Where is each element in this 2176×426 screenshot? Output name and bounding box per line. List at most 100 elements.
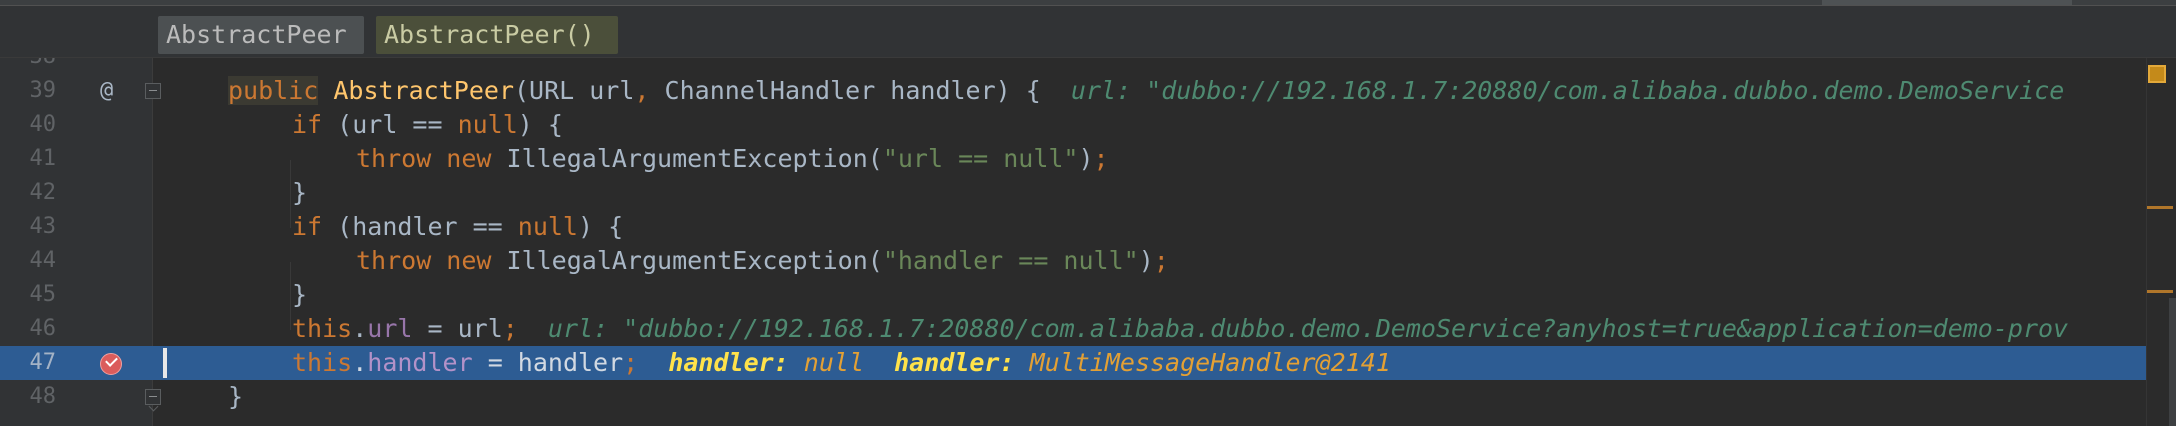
code-token: ; xyxy=(502,314,518,343)
keyword: if xyxy=(292,212,323,241)
gutter-cell: 48 xyxy=(0,380,161,414)
code-text[interactable]: if (url == null) { xyxy=(292,108,563,142)
keyword: this xyxy=(292,314,353,343)
code-token: . xyxy=(352,314,368,343)
code-token: } xyxy=(292,280,308,309)
scrollbar-marker[interactable] xyxy=(2147,206,2173,209)
gutter-cell: 47 xyxy=(0,346,167,380)
code-line-39[interactable]: 39 @ public AbstractPeer(URL url, Channe… xyxy=(0,74,2176,108)
code-token: ) xyxy=(1138,246,1154,275)
code-text[interactable]: } xyxy=(292,278,307,312)
line-number: 38 xyxy=(0,58,57,74)
line-number: 40 xyxy=(29,112,57,137)
breadcrumb: AbstractPeer AbstractPeer() xyxy=(0,6,2176,58)
code-token: (URL url xyxy=(514,76,635,105)
code-text[interactable]: throw new IllegalArgumentException("url … xyxy=(356,142,1109,176)
fold-toggle-icon[interactable] xyxy=(145,83,161,99)
line-number: 45 xyxy=(29,282,57,307)
keyword: null xyxy=(457,110,518,139)
code-editor[interactable]: 38 39 @ public AbstractPeer(URL url, Cha… xyxy=(0,58,2176,426)
code-token: IllegalArgumentException( xyxy=(491,246,883,275)
gutter-cell: 42 xyxy=(0,176,152,210)
code-token: , xyxy=(634,76,650,105)
code-token: (url == xyxy=(322,110,458,139)
gutter-cell: 38 xyxy=(0,58,152,74)
keyword: throw new xyxy=(356,144,492,173)
line-number: 44 xyxy=(29,248,57,273)
keyword: this xyxy=(292,348,353,377)
code-token: = url xyxy=(412,314,503,343)
code-token: } xyxy=(228,382,244,411)
code-text[interactable]: public AbstractPeer(URL url, ChannelHand… xyxy=(228,74,2064,108)
scrollbar-thumb[interactable] xyxy=(2169,298,2176,426)
code-line-44[interactable]: 44 throw new IllegalArgumentException("h… xyxy=(0,244,2176,278)
code-line-43[interactable]: 43 if (handler == null) { xyxy=(0,210,2176,244)
code-line-40[interactable]: 40 if (url == null) { xyxy=(0,108,2176,142)
debug-value: MultiMessageHandler@2141 xyxy=(1029,348,1391,377)
code-token: ) { xyxy=(517,110,563,139)
code-text[interactable]: this.url = url; url: "dubbo://192.168.1.… xyxy=(292,312,2068,346)
scrollbar-marker[interactable] xyxy=(2147,290,2173,293)
code-token: ) xyxy=(1078,144,1094,173)
code-token: = handler xyxy=(472,348,624,377)
code-token: IllegalArgumentException( xyxy=(491,144,883,173)
gutter-cell: 46 xyxy=(0,312,152,346)
line-number: 42 xyxy=(29,180,57,205)
method-name: AbstractPeer xyxy=(333,76,514,105)
gutter-cell: 41 xyxy=(0,142,152,176)
line-number: 41 xyxy=(29,146,57,171)
code-line-41[interactable]: 41 throw new IllegalArgumentException("u… xyxy=(0,142,2176,176)
breadcrumb-class[interactable]: AbstractPeer xyxy=(158,16,364,54)
code-line-48[interactable]: 48 } xyxy=(0,380,2176,414)
warning-marker-icon[interactable] xyxy=(2148,65,2166,83)
line-number: 48 xyxy=(29,384,57,409)
code-line-47-execution-point[interactable]: 47 this.handler = handler; handler: null… xyxy=(0,346,2176,380)
code-token: ChannelHandler handler) { xyxy=(649,76,1071,105)
field-name: handler xyxy=(367,348,473,377)
keyword: null xyxy=(517,212,578,241)
code-text[interactable]: if (handler == null) { xyxy=(292,210,623,244)
inline-debug-hint: url: "dubbo://192.168.1.7:20880/com.alib… xyxy=(1070,76,2065,105)
text-caret xyxy=(163,348,167,378)
code-token: (handler == xyxy=(322,212,518,241)
code-line-38[interactable]: 38 xyxy=(0,58,2176,74)
fold-toggle-icon[interactable] xyxy=(145,389,161,405)
code-token: . xyxy=(352,348,368,377)
code-token: ; xyxy=(623,348,639,377)
vertical-scrollbar[interactable] xyxy=(2146,58,2176,426)
field-name: url xyxy=(367,314,413,343)
string-literal: "url == null" xyxy=(882,144,1079,173)
code-line-45[interactable]: 45 } xyxy=(0,278,2176,312)
code-text[interactable]: this.handler = handler; handler: null ha… xyxy=(292,346,1391,380)
line-number: 39 xyxy=(29,78,57,103)
gutter-cell: 40 xyxy=(0,108,152,142)
gutter-cell: 39 @ xyxy=(0,74,161,108)
code-line-42[interactable]: 42 } xyxy=(0,176,2176,210)
gutter-cell: 44 xyxy=(0,244,152,278)
code-text[interactable]: } xyxy=(292,176,307,210)
line-number: 46 xyxy=(29,316,57,341)
inline-debug-hint: url: "dubbo://192.168.1.7:20880/com.alib… xyxy=(547,314,2069,343)
gutter-cell: 45 xyxy=(0,278,152,312)
at-sign-override-icon[interactable]: @ xyxy=(100,74,113,108)
breadcrumb-method[interactable]: AbstractPeer() xyxy=(376,16,618,54)
line-number: 43 xyxy=(29,214,57,239)
code-text[interactable]: } xyxy=(228,380,243,414)
breakpoint-icon[interactable] xyxy=(100,353,122,375)
code-token: ) { xyxy=(578,212,624,241)
debug-value: null xyxy=(803,348,865,377)
code-token: ; xyxy=(1093,144,1109,173)
debug-value-name: handler: xyxy=(668,348,804,377)
keyword: if xyxy=(292,110,323,139)
code-text[interactable]: throw new IllegalArgumentException("hand… xyxy=(356,244,1169,278)
debug-value-name: handler: xyxy=(894,348,1030,377)
keyword: public xyxy=(228,76,319,105)
code-token: } xyxy=(292,178,308,207)
keyword: throw new xyxy=(356,246,492,275)
top-strip-handle xyxy=(1822,0,2072,5)
string-literal: "handler == null" xyxy=(882,246,1139,275)
code-line-46[interactable]: 46 this.url = url; url: "dubbo://192.168… xyxy=(0,312,2176,346)
gutter-cell: 43 xyxy=(0,210,152,244)
